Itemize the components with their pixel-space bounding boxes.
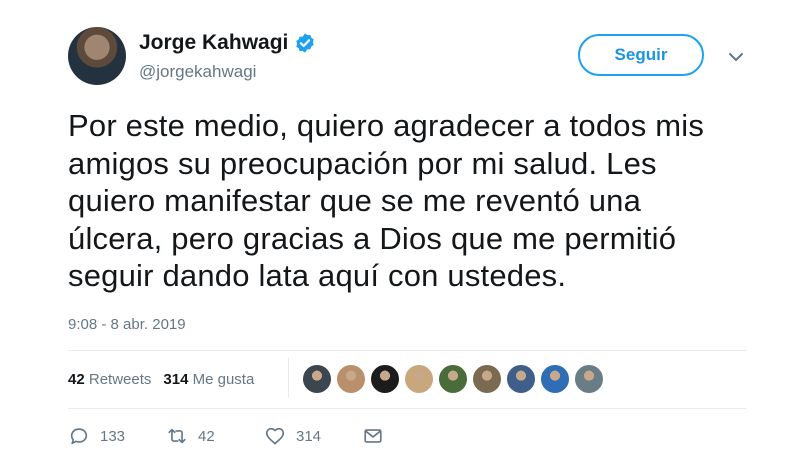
tweet-timestamp[interactable]: 9:08 - 8 abr. 2019 xyxy=(68,316,186,333)
tweet-card: Jorge Kahwagi @jorgekahwagi Seguir Por e… xyxy=(0,0,800,468)
retweet-count: 42 xyxy=(198,427,215,445)
likes-count: 314 xyxy=(163,371,189,388)
verified-badge-icon xyxy=(296,33,315,53)
likes-stat[interactable]: 314 Me gusta xyxy=(163,371,254,388)
retweets-stat[interactable]: 42 Retweets xyxy=(68,371,151,388)
author-handle[interactable]: @jorgekahwagi xyxy=(139,62,256,82)
retweets-count: 42 xyxy=(68,371,85,388)
like-count: 314 xyxy=(296,427,322,445)
liker-avatar[interactable] xyxy=(506,364,536,394)
retweet-icon xyxy=(168,428,186,444)
reply-count: 133 xyxy=(100,427,126,445)
tweet-actions: 133 42 314 xyxy=(68,425,460,447)
liker-avatar[interactable] xyxy=(574,364,604,394)
liker-avatar[interactable] xyxy=(336,364,366,394)
stats-separator xyxy=(288,358,289,398)
author-avatar[interactable] xyxy=(68,27,126,85)
reply-action[interactable]: 133 xyxy=(68,425,166,447)
liker-avatar[interactable] xyxy=(404,364,434,394)
liker-avatar[interactable] xyxy=(472,364,502,394)
tweet-text: Por este medio, quiero agradecer a todos… xyxy=(68,108,705,293)
like-action[interactable]: 314 xyxy=(264,425,362,447)
divider xyxy=(68,350,746,351)
chevron-down-icon[interactable] xyxy=(727,50,745,64)
likers-avatars xyxy=(302,364,604,394)
liker-avatar[interactable] xyxy=(302,364,332,394)
follow-button[interactable]: Seguir xyxy=(578,34,704,76)
author-name-row: Jorge Kahwagi xyxy=(139,31,316,55)
liker-avatar[interactable] xyxy=(370,364,400,394)
divider xyxy=(68,408,746,409)
engagement-stats: 42 Retweets 314 Me gusta xyxy=(68,371,254,388)
envelope-icon xyxy=(364,429,382,443)
liker-avatar[interactable] xyxy=(540,364,570,394)
likes-label: Me gusta xyxy=(192,371,255,388)
heart-icon xyxy=(265,427,285,445)
direct-message-action[interactable] xyxy=(362,425,460,447)
author-name[interactable]: Jorge Kahwagi xyxy=(139,31,288,55)
retweets-label: Retweets xyxy=(88,371,152,388)
retweet-action[interactable]: 42 xyxy=(166,425,264,447)
reply-icon xyxy=(70,428,88,445)
liker-avatar[interactable] xyxy=(438,364,468,394)
